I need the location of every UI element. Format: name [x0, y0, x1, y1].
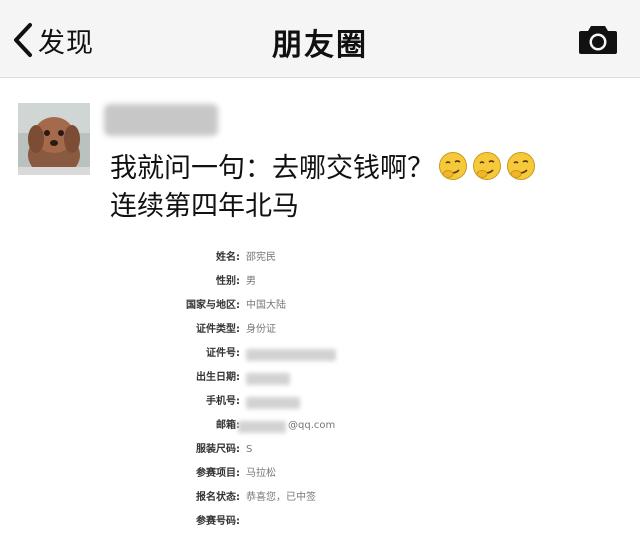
nav-bar: 发现 朋友圈 — [0, 0, 640, 78]
form-row: 参赛号码: — [150, 512, 470, 532]
post-line-2: 连续第四年北马 — [110, 191, 299, 222]
form-row: 性别: 男 — [150, 272, 470, 292]
form-label: 参赛号码: — [196, 516, 240, 527]
redacted-value — [246, 349, 336, 361]
form-row: 服装尺码: S — [150, 440, 470, 460]
form-value: S — [246, 444, 253, 455]
form-value: 马拉松 — [246, 468, 276, 479]
form-value: 邵宪民 — [246, 252, 276, 263]
form-row: 参赛项目: 马拉松 — [150, 464, 470, 484]
redacted-value — [238, 421, 286, 433]
smirk-emoji-icon — [507, 152, 535, 180]
form-label: 证件号: — [206, 348, 240, 359]
form-label: 服装尺码: — [196, 444, 240, 455]
page-title: 朋友圈 — [272, 28, 368, 63]
form-label: 参赛项目: — [196, 468, 240, 479]
redacted-value — [246, 397, 300, 409]
post-line-1-text: 我就问一句：去哪交钱啊？ — [110, 153, 434, 184]
camera-icon[interactable] — [578, 23, 618, 55]
dog-avatar-image — [18, 103, 90, 175]
form-value: 男 — [246, 276, 256, 287]
form-label: 出生日期: — [196, 372, 240, 383]
form-row: 出生日期: — [150, 368, 470, 388]
username-redacted[interactable] — [104, 104, 218, 136]
smirk-emoji-icon — [439, 152, 467, 180]
form-row: 报名状态: 恭喜您，已中签 — [150, 488, 470, 508]
form-row: 手机号: — [150, 392, 470, 412]
post-line-1: 我就问一句：去哪交钱啊？ — [110, 150, 630, 188]
avatar[interactable] — [18, 103, 90, 175]
form-value: @qq.com — [288, 420, 336, 431]
redacted-value — [246, 373, 290, 385]
form-row: 邮箱: @qq.com — [150, 416, 470, 436]
form-label: 报名状态: — [196, 492, 240, 503]
smirk-emoji-icon — [473, 152, 501, 180]
form-value: 中国大陆 — [246, 300, 286, 311]
form-label: 邮箱: — [216, 420, 240, 431]
form-value: 身份证 — [246, 324, 276, 335]
form-row: 证件号: — [150, 344, 470, 364]
form-label: 姓名: — [216, 252, 240, 263]
form-row: 姓名: 邵宪民 — [150, 248, 470, 268]
emoji-group — [434, 152, 536, 184]
form-row: 证件类型: 身份证 — [150, 320, 470, 340]
form-row: 国家与地区: 中国大陆 — [150, 296, 470, 316]
form-label: 性别: — [216, 276, 240, 287]
form-value: 恭喜您，已中签 — [246, 492, 316, 503]
form-label: 国家与地区: — [186, 300, 240, 311]
post-text: 我就问一句：去哪交钱啊？ 连续第四年北马 — [110, 150, 630, 226]
form-label: 证件类型: — [196, 324, 240, 335]
form-label: 手机号: — [206, 396, 240, 407]
